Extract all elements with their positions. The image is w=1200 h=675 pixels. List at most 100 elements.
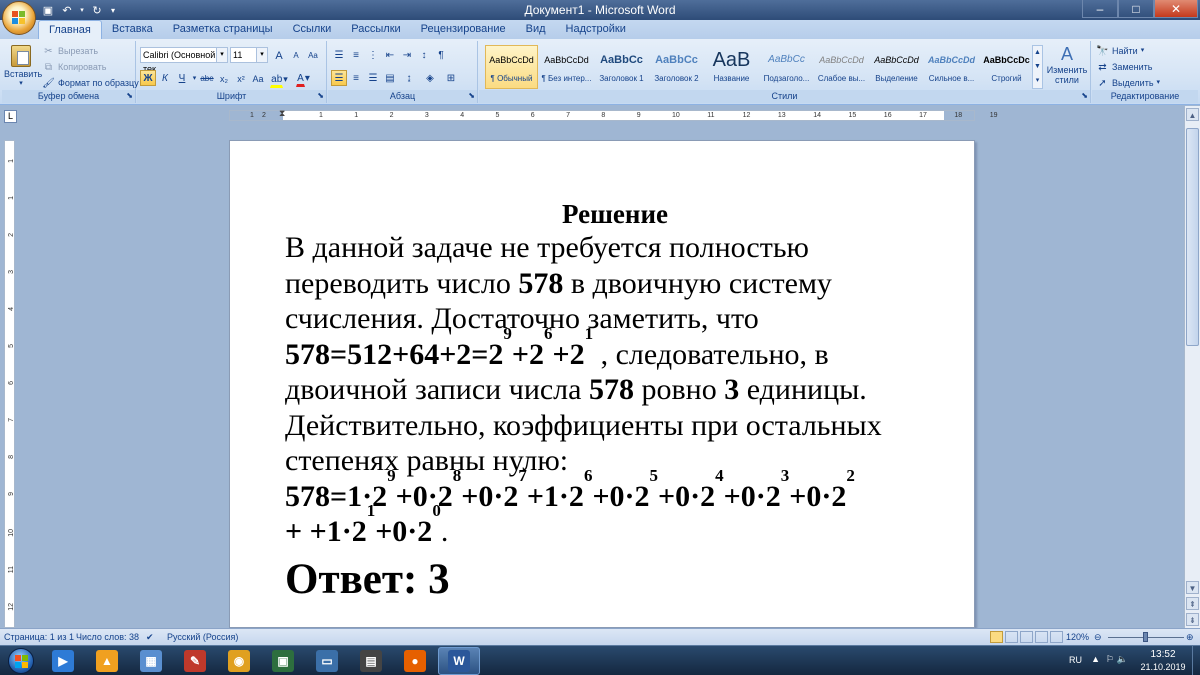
network-tray-icon[interactable]: ⚐	[1106, 654, 1114, 665]
media-player-taskbar-button[interactable]: ▶	[42, 647, 84, 675]
redo-icon[interactable]: ↻	[89, 3, 105, 18]
clock-time[interactable]: 13:52	[1138, 649, 1188, 660]
format-painter-button[interactable]: 🖌 Формат по образцу	[42, 75, 139, 91]
tab-page-layout[interactable]: Разметка страницы	[163, 20, 283, 39]
print-layout-icon[interactable]	[990, 631, 1003, 643]
style-heading-1[interactable]: AaBbCc Заголовок 1	[595, 45, 648, 89]
decrease-indent-icon[interactable]: ⇤	[382, 47, 398, 63]
italic-button[interactable]: К	[157, 70, 173, 86]
tab-addins[interactable]: Надстройки	[556, 20, 636, 39]
tab-insert[interactable]: Вставка	[102, 20, 163, 39]
dialog-launcher-icon[interactable]: ⬊	[468, 89, 475, 102]
office-button[interactable]	[2, 1, 36, 35]
document-body[interactable]: Решение В данной задаче не требуется пол…	[285, 198, 945, 610]
clear-format-button[interactable]: Aa	[305, 47, 321, 63]
zoom-slider-thumb[interactable]	[1143, 632, 1148, 642]
vertical-scrollbar[interactable]: ▲ ▼ ⇞ ⇟	[1184, 106, 1200, 628]
tab-home[interactable]: Главная	[38, 20, 102, 39]
style-normal[interactable]: AaBbCcDd ¶ Обычный	[485, 45, 538, 89]
shading-icon[interactable]: ◈	[420, 70, 440, 86]
align-right-icon[interactable]: ☰	[365, 70, 381, 86]
undo-icon[interactable]: ↶	[59, 3, 75, 18]
clock-date[interactable]: 21.10.2019	[1138, 662, 1188, 672]
firefox-taskbar-button[interactable]: ●	[394, 647, 436, 675]
increase-indent-icon[interactable]: ⇥	[399, 47, 415, 63]
sort-icon[interactable]: ↕	[416, 47, 432, 63]
strikethrough-button[interactable]: abe	[199, 70, 215, 86]
style-no-spacing[interactable]: AaBbCcDd ¶ Без интер...	[540, 45, 593, 89]
underline-dropdown-icon[interactable]: ▾	[191, 70, 198, 86]
network-taskbar-button[interactable]: ▦	[130, 647, 172, 675]
zoom-out-icon[interactable]: ⊖	[1094, 629, 1102, 646]
minimize-button[interactable]: –	[1082, 0, 1118, 18]
multilevel-list-icon[interactable]: ⋮	[365, 47, 381, 63]
dialog-launcher-icon[interactable]: ⬊	[1081, 89, 1088, 102]
dialog-launcher-icon[interactable]: ⬊	[317, 89, 324, 102]
copy-button[interactable]: ⧉ Копировать	[42, 59, 107, 75]
zoom-level[interactable]: 120%	[1066, 629, 1089, 646]
style-emphasis[interactable]: AaBbCcDd Выделение	[870, 45, 923, 89]
monitor-taskbar-button[interactable]: ▭	[306, 647, 348, 675]
chrome-taskbar-button[interactable]: ◉	[218, 647, 260, 675]
scroll-down-icon[interactable]: ▼	[1186, 581, 1199, 594]
indent-marker-icon[interactable]: ⧗	[279, 108, 285, 119]
underline-button[interactable]: Ч	[174, 70, 190, 86]
aimp-taskbar-button[interactable]: ▲	[86, 647, 128, 675]
proofing-icon[interactable]: ✔	[146, 629, 154, 646]
undo-dropdown-icon[interactable]: ▾	[78, 3, 86, 18]
align-left-icon[interactable]: ☰	[331, 70, 347, 86]
close-button[interactable]: ✕	[1154, 0, 1198, 18]
style-heading-2[interactable]: AaBbCc Заголовок 2	[650, 45, 703, 89]
font-color-button[interactable]: A▾	[292, 70, 314, 87]
grow-font-button[interactable]: A	[271, 47, 287, 63]
show-desktop-button[interactable]	[1192, 646, 1200, 675]
show-formatting-button[interactable]: ¶	[433, 47, 449, 63]
change-case-button[interactable]: Aa	[250, 70, 266, 86]
language-indicator[interactable]: Русский (Россия)	[167, 629, 238, 646]
customize-qat-icon[interactable]: ▾	[108, 3, 118, 18]
bullets-icon[interactable]: ☰	[331, 47, 347, 63]
bold-button[interactable]: Ж	[140, 70, 156, 86]
word-taskbar-button[interactable]: W	[438, 647, 480, 675]
save-icon[interactable]: ▣	[40, 3, 56, 18]
full-screen-icon[interactable]	[1005, 631, 1018, 643]
replace-button[interactable]: ⇄ Заменить	[1096, 59, 1152, 75]
start-button[interactable]	[2, 646, 40, 675]
shrink-font-button[interactable]: A	[288, 47, 304, 63]
document-page[interactable]: Решение В данной задаче не требуется пол…	[229, 140, 975, 628]
style-subtitle[interactable]: AaBbCc Подзаголо...	[760, 45, 813, 89]
change-styles-button[interactable]: A Изменить стили	[1045, 43, 1089, 89]
pdf-taskbar-button[interactable]: ✎	[174, 647, 216, 675]
style-subtle-emphasis[interactable]: AaBbCcDd Слабое вы...	[815, 45, 868, 89]
horizontal-ruler[interactable]: 1 2 1 1 2 3 4 5 6 7 8 9 10 11 12 13 14 15 16 17 18 19 ⧗	[229, 108, 997, 121]
page-count[interactable]: Страница: 1 из 1	[4, 629, 74, 646]
tab-view[interactable]: Вид	[516, 20, 556, 39]
subscript-button[interactable]: x₂	[216, 70, 232, 86]
tab-mailings[interactable]: Рассылки	[341, 20, 410, 39]
maximize-button[interactable]: □	[1118, 0, 1154, 18]
cut-button[interactable]: ✂ Вырезать	[42, 43, 98, 59]
font-name-combo[interactable]: Calibri (Основной тек ▾	[140, 47, 228, 74]
tab-selector-icon[interactable]: L	[4, 110, 17, 123]
terminal-taskbar-button[interactable]: ▣	[262, 647, 304, 675]
word-count[interactable]: Число слов: 38	[76, 629, 139, 646]
dialog-launcher-icon[interactable]: ⬊	[126, 89, 133, 102]
font-size-combo[interactable]: 11 ▾	[230, 47, 268, 63]
highlight-button[interactable]: ab▾	[267, 70, 291, 88]
scroll-thumb[interactable]	[1186, 128, 1199, 346]
tray-arrow-icon[interactable]: ▲	[1091, 654, 1100, 664]
style-strong[interactable]: AaBbCcDc Строгий	[980, 45, 1033, 89]
volume-tray-icon[interactable]: 🔈	[1117, 654, 1128, 665]
prev-page-icon[interactable]: ⇞	[1186, 597, 1199, 610]
find-button[interactable]: 🔭 Найти ▾	[1096, 43, 1144, 59]
style-title[interactable]: AaB Название	[705, 45, 758, 89]
paste-button[interactable]: Вставить ▾	[4, 43, 42, 87]
superscript-button[interactable]: x²	[233, 70, 249, 86]
outline-icon[interactable]	[1035, 631, 1048, 643]
line-spacing-icon[interactable]: ↨	[399, 70, 419, 86]
tab-review[interactable]: Рецензирование	[411, 20, 516, 39]
styles-scroll[interactable]: ▲ ▼ ▾	[1032, 45, 1043, 89]
scroll-up-icon[interactable]: ▲	[1186, 108, 1199, 121]
language-tray[interactable]: RU	[1069, 655, 1082, 665]
align-center-icon[interactable]: ≡	[348, 70, 364, 86]
